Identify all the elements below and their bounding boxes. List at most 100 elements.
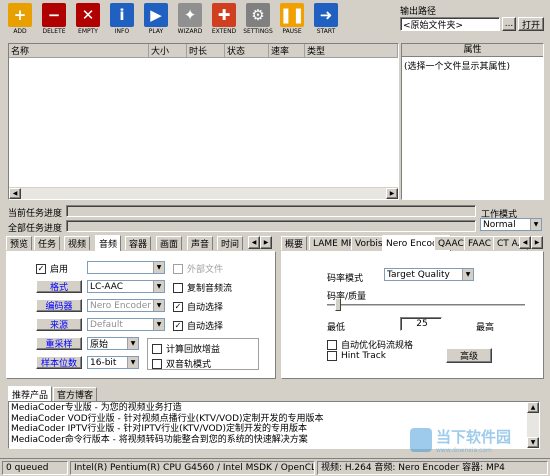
- external-file-check: [173, 263, 183, 274]
- tab-preview[interactable]: 预览: [6, 236, 33, 250]
- col-type[interactable]: 类型: [305, 44, 398, 58]
- toolbar-label: PAUSE: [282, 28, 302, 35]
- col-duration[interactable]: 时长: [187, 44, 225, 58]
- bitrate-quality-label: 码率/质量: [327, 292, 367, 302]
- dual-mono-checkbox[interactable]: 双音轨模式: [152, 357, 211, 370]
- work-mode-value: Normal: [483, 219, 516, 230]
- list-hscrollbar[interactable]: ◀ ▶: [9, 187, 398, 199]
- bitdepth-button[interactable]: 样本位数: [36, 356, 82, 369]
- quality-slider-track[interactable]: [327, 304, 525, 307]
- wizard-icon: ✦: [178, 3, 202, 27]
- tab-faac[interactable]: FAAC: [464, 236, 496, 250]
- tab-summary[interactable]: 概要: [281, 236, 308, 250]
- dual-mono-check: [152, 358, 162, 369]
- chevron-down-icon: ▼: [462, 269, 473, 280]
- extend-button[interactable]: ✚ EXTEND: [208, 3, 240, 37]
- encoder-button[interactable]: 编码器: [36, 299, 82, 312]
- pause-button[interactable]: ❚❚ PAUSE: [276, 3, 308, 37]
- delete-button[interactable]: − DELETE: [38, 3, 70, 37]
- col-size[interactable]: 大小: [149, 44, 187, 58]
- open-button[interactable]: 打开: [518, 17, 544, 31]
- quality-slider-thumb[interactable]: [334, 298, 341, 311]
- toolbar-label: ADD: [13, 28, 27, 35]
- encoder-select[interactable]: Nero Encoder ▼: [87, 299, 165, 312]
- tab-time[interactable]: 时间: [217, 236, 244, 250]
- right-tab-scroll-left-button[interactable]: ◀: [519, 236, 531, 249]
- auto-select-source-label: 自动选择: [187, 322, 224, 332]
- shield-icon: [410, 428, 432, 452]
- resample-select[interactable]: 原始 ▼: [87, 337, 139, 350]
- tab-scroll-left-button[interactable]: ◀: [248, 236, 260, 249]
- auto-optimize-checkbox[interactable]: 自动优化码流规格: [327, 338, 413, 351]
- tab-recommended[interactable]: 推荐产品: [8, 386, 53, 402]
- format-button[interactable]: 格式: [36, 280, 82, 293]
- total-progress-bar: [66, 220, 476, 232]
- info-icon: i: [110, 3, 134, 27]
- tab-picture[interactable]: 画面: [156, 236, 183, 250]
- hint-track-checkbox[interactable]: Hint Track: [327, 351, 386, 361]
- quality-value-field[interactable]: 25: [400, 317, 442, 331]
- tab-blog[interactable]: 官方博客: [53, 387, 98, 401]
- work-mode-select[interactable]: Normal ▼: [480, 218, 542, 231]
- hint-track-check: [327, 351, 337, 361]
- nero-panel: 码率模式 Target Quality ▼ 码率/质量 最低 25 最高 自动优…: [281, 251, 544, 379]
- output-path-field[interactable]: <原始文件夹>: [400, 17, 500, 31]
- current-progress-bar: [66, 205, 476, 217]
- empty-button[interactable]: ✕ EMPTY: [72, 3, 104, 37]
- auto-select-source-checkbox[interactable]: ✓ 自动选择: [173, 319, 223, 332]
- info-button[interactable]: i INFO: [106, 3, 138, 37]
- auto-select-encoder-checkbox[interactable]: ✓ 自动选择: [173, 300, 223, 313]
- browse-button[interactable]: ...: [502, 17, 516, 31]
- chevron-down-icon: ▼: [153, 262, 164, 273]
- chevron-down-icon: ▼: [530, 219, 541, 230]
- advanced-button[interactable]: 高级: [446, 348, 492, 363]
- news-item[interactable]: MediaCoder专业版 - 为您的视频业务打造: [11, 403, 537, 414]
- tab-sound[interactable]: 声音: [187, 236, 214, 250]
- status-bar: 0 queued Intel(R) Pentium(R) CPU G4560 /…: [0, 458, 550, 476]
- tab-scroll-right-button[interactable]: ▶: [260, 236, 272, 249]
- tab-audio[interactable]: 音频: [95, 235, 122, 251]
- tab-container[interactable]: 容器: [125, 236, 152, 250]
- replaygain-check: [152, 343, 162, 354]
- replaygain-checkbox[interactable]: 计算回放增益: [152, 342, 220, 355]
- external-file-label: 外部文件: [187, 265, 224, 275]
- properties-panel: 属性 (选择一个文件显示其属性): [401, 43, 544, 200]
- add-button[interactable]: + ADD: [4, 3, 36, 37]
- wizard-button[interactable]: ✦ WIZARD: [174, 3, 206, 37]
- bitrate-mode-select[interactable]: Target Quality ▼: [384, 268, 474, 281]
- source-button[interactable]: 来源: [36, 318, 82, 331]
- bitdepth-select[interactable]: 16-bit ▼: [87, 356, 139, 369]
- scroll-left-button[interactable]: ◀: [9, 188, 21, 199]
- copy-stream-check: [173, 282, 183, 293]
- scroll-right-button[interactable]: ▶: [386, 188, 398, 199]
- enable-checkbox[interactable]: ✓ 启用: [36, 262, 68, 275]
- format-select[interactable]: LC-AAC ▼: [87, 280, 165, 293]
- status-queued: 0 queued: [2, 461, 68, 475]
- scroll-up-button[interactable]: ▲: [527, 402, 539, 413]
- properties-hint: (选择一个文件显示其属性): [404, 62, 511, 72]
- col-status[interactable]: 状态: [225, 44, 269, 58]
- properties-header: 属性: [402, 44, 543, 57]
- chevron-down-icon: ▼: [153, 319, 164, 330]
- watermark-logo: 当下软件园 www.downxia.com: [410, 420, 540, 460]
- watermark-url: www.downxia.com: [436, 447, 492, 454]
- format-value: LC-AAC: [90, 281, 124, 292]
- enable-select[interactable]: ▼: [87, 261, 165, 274]
- col-rate[interactable]: 速率: [269, 44, 305, 58]
- copy-stream-checkbox[interactable]: 复制音频流: [173, 281, 232, 294]
- col-name[interactable]: 名称: [9, 44, 149, 58]
- tab-task[interactable]: 任务: [34, 236, 61, 250]
- play-button[interactable]: ▶ PLAY: [140, 3, 172, 37]
- tab-video[interactable]: 视频: [64, 236, 91, 250]
- tab-qaac[interactable]: QAAC: [434, 236, 468, 250]
- external-file-checkbox: 外部文件: [173, 262, 223, 275]
- right-tab-scroll-right-button[interactable]: ▶: [531, 236, 543, 249]
- file-list[interactable]: 名称 大小 时长 状态 速率 类型 ◀ ▶: [8, 43, 399, 200]
- chevron-down-icon: ▼: [127, 338, 138, 349]
- enable-label: 启用: [50, 265, 69, 275]
- source-select[interactable]: Default ▼: [87, 318, 165, 331]
- settings-button[interactable]: ⚙ SETTINGS: [242, 3, 274, 37]
- enable-check: ✓: [36, 263, 46, 274]
- start-button[interactable]: ➜ START: [310, 3, 342, 37]
- resample-button[interactable]: 重采样: [36, 337, 82, 350]
